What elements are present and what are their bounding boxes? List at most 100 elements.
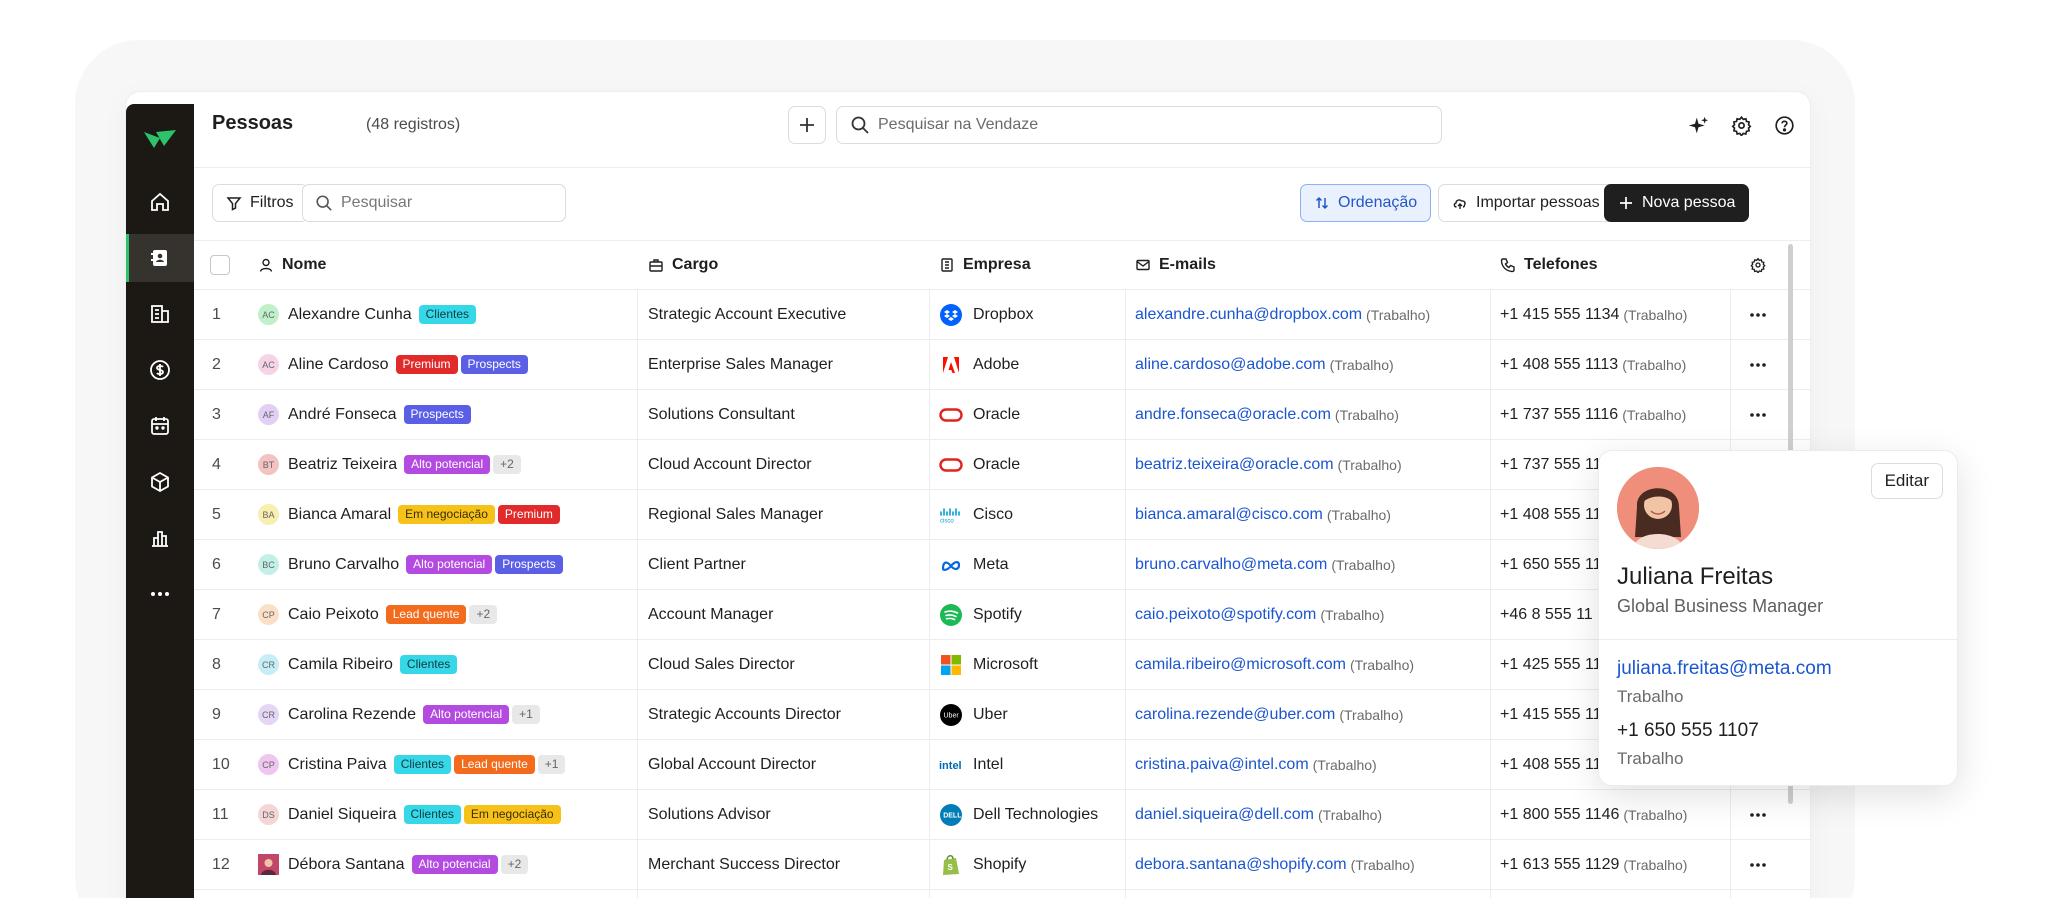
company-cell[interactable]: S Shopify xyxy=(939,840,1026,889)
company-cell[interactable]: intel Intel xyxy=(939,740,1003,789)
person-name-cell[interactable]: CP Cristina Paiva Clientes Lead quente +1 xyxy=(258,740,566,789)
company-cell[interactable]: Oracle xyxy=(939,440,1020,489)
phone-number[interactable]: +1 408 555 1113 xyxy=(1500,356,1618,374)
column-company[interactable]: Empresa xyxy=(939,241,1031,289)
person-name[interactable]: Caio Peixoto xyxy=(288,606,379,624)
column-emails[interactable]: E-mails xyxy=(1135,241,1216,289)
table-row[interactable]: 9 CR Carolina Rezende Alto potencial +1 Strat… xyxy=(194,690,1810,740)
company-cell[interactable]: Adobe xyxy=(939,340,1019,389)
person-name[interactable]: Aline Cardoso xyxy=(288,356,389,374)
email-link[interactable]: carolina.rezende@uber.com xyxy=(1135,706,1335,724)
company-cell[interactable]: Spotify xyxy=(939,590,1022,639)
phone-number[interactable]: +1 650 555 11 xyxy=(1500,556,1602,574)
nav-reports[interactable] xyxy=(126,514,194,562)
phone-number[interactable]: +1 408 555 11 xyxy=(1500,506,1602,524)
quick-add-button[interactable] xyxy=(788,106,826,144)
phone-number[interactable]: +46 8 555 11 xyxy=(1500,606,1593,624)
person-name[interactable]: Débora Santana xyxy=(288,856,405,874)
nav-deals[interactable] xyxy=(126,346,194,394)
table-row[interactable]: 7 CP Caio Peixoto Lead quente +2 Account Mana… xyxy=(194,590,1810,640)
more-tags-badge[interactable]: +2 xyxy=(493,455,521,474)
email-link[interactable]: cristina.paiva@intel.com xyxy=(1135,756,1309,774)
company-cell[interactable]: Dropbox xyxy=(939,290,1033,339)
table-row[interactable]: 3 AF André Fonseca Prospects Solutions Consu… xyxy=(194,390,1810,440)
email-link[interactable]: andre.fonseca@oracle.com xyxy=(1135,406,1331,424)
import-people-button[interactable]: Importar pessoas xyxy=(1438,184,1614,222)
contact-phone[interactable]: +1 650 555 1107 xyxy=(1617,720,1759,742)
filters-button[interactable]: Filtros xyxy=(212,184,308,222)
nav-products[interactable] xyxy=(126,458,194,506)
phone-number[interactable]: +1 415 555 1134 xyxy=(1500,306,1619,324)
person-name[interactable]: Bianca Amaral xyxy=(288,506,391,524)
table-row[interactable]: 1 AC Alexandre Cunha Clientes Strategic Acco… xyxy=(194,290,1810,340)
more-tags-badge[interactable]: +1 xyxy=(512,705,540,724)
column-settings[interactable] xyxy=(1750,241,1766,289)
person-name[interactable]: Beatriz Teixeira xyxy=(288,456,397,474)
person-name-cell[interactable]: AF André Fonseca Prospects xyxy=(258,390,471,439)
person-name[interactable]: Camila Ribeiro xyxy=(288,656,393,674)
email-link[interactable]: daniel.siqueira@dell.com xyxy=(1135,806,1314,824)
person-name-cell[interactable]: BT Beatriz Teixeira Alto potencial +2 xyxy=(258,440,521,489)
table-row[interactable]: 12 Débora Santana Alto potencial +2 Merchant… xyxy=(194,840,1810,890)
nav-home[interactable] xyxy=(126,178,194,226)
person-name[interactable]: Alexandre Cunha xyxy=(288,306,412,324)
row-actions-button[interactable] xyxy=(1730,790,1786,839)
person-name[interactable]: André Fonseca xyxy=(288,406,397,424)
email-link[interactable]: camila.ribeiro@microsoft.com xyxy=(1135,656,1346,674)
phone-number[interactable]: +1 408 555 11 xyxy=(1500,756,1602,774)
help-icon[interactable] xyxy=(1774,115,1795,136)
select-all-checkbox[interactable] xyxy=(210,255,230,275)
email-link[interactable]: bianca.amaral@cisco.com xyxy=(1135,506,1323,524)
nav-people[interactable] xyxy=(126,234,194,282)
email-link[interactable]: caio.peixoto@spotify.com xyxy=(1135,606,1316,624)
person-name-cell[interactable]: AC Aline Cardoso Premium Prospects xyxy=(258,340,528,389)
edit-contact-button[interactable]: Editar xyxy=(1870,463,1943,499)
table-row[interactable]: 11 DS Daniel Siqueira Clientes Em negociação… xyxy=(194,790,1810,840)
person-name-cell[interactable]: CR Carolina Rezende Alto potencial +1 xyxy=(258,690,540,739)
person-name-cell[interactable]: CR Camila Ribeiro Clientes xyxy=(258,640,458,689)
nav-calendar[interactable] xyxy=(126,402,194,450)
column-cargo[interactable]: Cargo xyxy=(648,241,718,289)
company-cell[interactable]: DELL Dell Technologies xyxy=(939,790,1098,839)
row-actions-button[interactable] xyxy=(1730,290,1786,339)
table-row[interactable]: 5 BA Bianca Amaral Em negociação Premium Regi… xyxy=(194,490,1810,540)
row-actions-button[interactable] xyxy=(1730,390,1786,439)
person-name-cell[interactable]: BA Bianca Amaral Em negociação Premium xyxy=(258,490,560,539)
company-cell[interactable]: Microsoft xyxy=(939,640,1038,689)
nav-more[interactable] xyxy=(126,570,194,618)
email-link[interactable]: beatriz.teixeira@oracle.com xyxy=(1135,456,1334,474)
gear-icon[interactable] xyxy=(1731,115,1752,136)
company-cell[interactable]: Oracle xyxy=(939,390,1020,439)
table-row[interactable]: 6 BC Bruno Carvalho Alto potencial Prospects… xyxy=(194,540,1810,590)
phone-number[interactable]: +1 613 555 1129 xyxy=(1500,856,1619,874)
email-link[interactable]: aline.cardoso@adobe.com xyxy=(1135,356,1326,374)
more-tags-badge[interactable]: +2 xyxy=(469,605,498,624)
phone-number[interactable]: +1 425 555 11 xyxy=(1500,656,1602,674)
table-search-input[interactable] xyxy=(341,194,551,212)
column-name[interactable]: Nome xyxy=(258,241,326,289)
company-cell[interactable]: cisco Cisco xyxy=(939,490,1013,539)
phone-number[interactable]: +1 800 555 1146 xyxy=(1500,806,1619,824)
more-tags-badge[interactable]: +1 xyxy=(537,755,566,774)
email-link[interactable]: alexandre.cunha@dropbox.com xyxy=(1135,306,1362,324)
person-name[interactable]: Daniel Siqueira xyxy=(288,806,397,824)
person-name-cell[interactable]: BC Bruno Carvalho Alto potencial Prospects xyxy=(258,540,563,589)
phone-number[interactable]: +1 415 555 11 xyxy=(1500,706,1602,724)
company-cell[interactable]: Uber Uber xyxy=(939,690,1008,739)
phone-number[interactable]: +1 737 555 1116 xyxy=(1500,406,1618,424)
person-name[interactable]: Cristina Paiva xyxy=(288,756,387,774)
person-name[interactable]: Carolina Rezende xyxy=(288,706,416,724)
person-name-cell[interactable]: DS Daniel Siqueira Clientes Em negociação xyxy=(258,790,561,839)
company-cell[interactable]: Meta xyxy=(939,540,1009,589)
email-link[interactable]: bruno.carvalho@meta.com xyxy=(1135,556,1327,574)
row-actions-button[interactable] xyxy=(1730,840,1786,889)
new-person-button[interactable]: Nova pessoa xyxy=(1604,184,1750,222)
sparkle-ai-icon[interactable] xyxy=(1688,115,1709,136)
table-search[interactable] xyxy=(302,184,566,222)
table-row[interactable]: 4 BT Beatriz Teixeira Alto potencial +2 Cloud… xyxy=(194,440,1810,490)
person-name-cell[interactable]: CP Caio Peixoto Lead quente +2 xyxy=(258,590,498,639)
person-name[interactable]: Bruno Carvalho xyxy=(288,556,399,574)
column-phones[interactable]: Telefones xyxy=(1500,241,1598,289)
person-name-cell[interactable]: Débora Santana Alto potencial +2 xyxy=(258,840,529,889)
row-actions-button[interactable] xyxy=(1730,340,1786,389)
